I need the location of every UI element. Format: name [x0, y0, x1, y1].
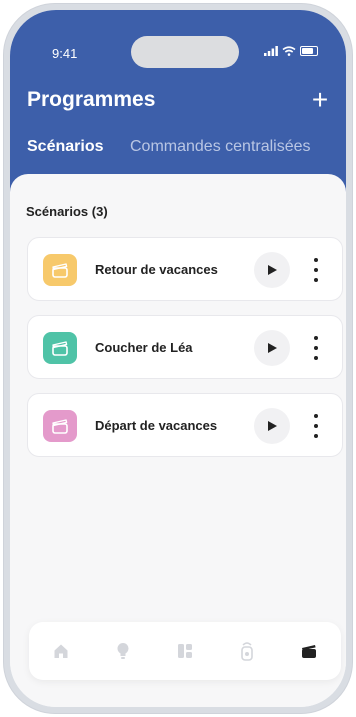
play-button[interactable] [254, 408, 290, 444]
more-options-icon[interactable] [312, 336, 320, 360]
more-options-icon[interactable] [312, 414, 320, 438]
battery-icon [300, 46, 318, 56]
clapperboard-icon [43, 332, 77, 364]
scenario-name: Coucher de Léa [95, 340, 193, 355]
more-options-icon[interactable] [312, 258, 320, 282]
scenario-card[interactable]: Départ de vacances [27, 393, 343, 457]
tab-commandes-centralisees[interactable]: Commandes centralisées [130, 138, 311, 156]
scenario-name: Retour de vacances [95, 262, 218, 277]
scenario-name: Départ de vacances [95, 418, 218, 433]
dashboard-icon[interactable] [175, 641, 195, 661]
dynamic-island [131, 36, 239, 68]
clapperboard-icon [43, 410, 77, 442]
wifi-icon [282, 46, 296, 56]
play-button[interactable] [254, 252, 290, 288]
home-icon[interactable] [51, 641, 71, 661]
clapperboard-icon[interactable] [299, 641, 319, 661]
screen: 9:41 Programmes + Scénarios Commandes ce… [10, 10, 346, 707]
bottom-nav [29, 622, 341, 680]
play-icon [268, 265, 277, 275]
scenario-card[interactable]: Coucher de Léa [27, 315, 343, 379]
tab-scenarios[interactable]: Scénarios [27, 138, 103, 156]
signal-icon [264, 46, 278, 56]
status-time: 9:41 [52, 46, 78, 61]
page-title: Programmes [27, 88, 156, 111]
remote-icon[interactable] [237, 641, 257, 661]
clapperboard-icon [43, 254, 77, 286]
scenario-card[interactable]: Retour de vacances [27, 237, 343, 301]
status-icons [264, 46, 318, 56]
play-icon [268, 421, 277, 431]
section-title: Scénarios (3) [26, 204, 108, 219]
play-button[interactable] [254, 330, 290, 366]
add-button[interactable]: + [308, 86, 332, 114]
play-icon [268, 343, 277, 353]
lightbulb-icon[interactable] [113, 641, 133, 661]
phone-frame: 9:41 Programmes + Scénarios Commandes ce… [3, 3, 353, 714]
